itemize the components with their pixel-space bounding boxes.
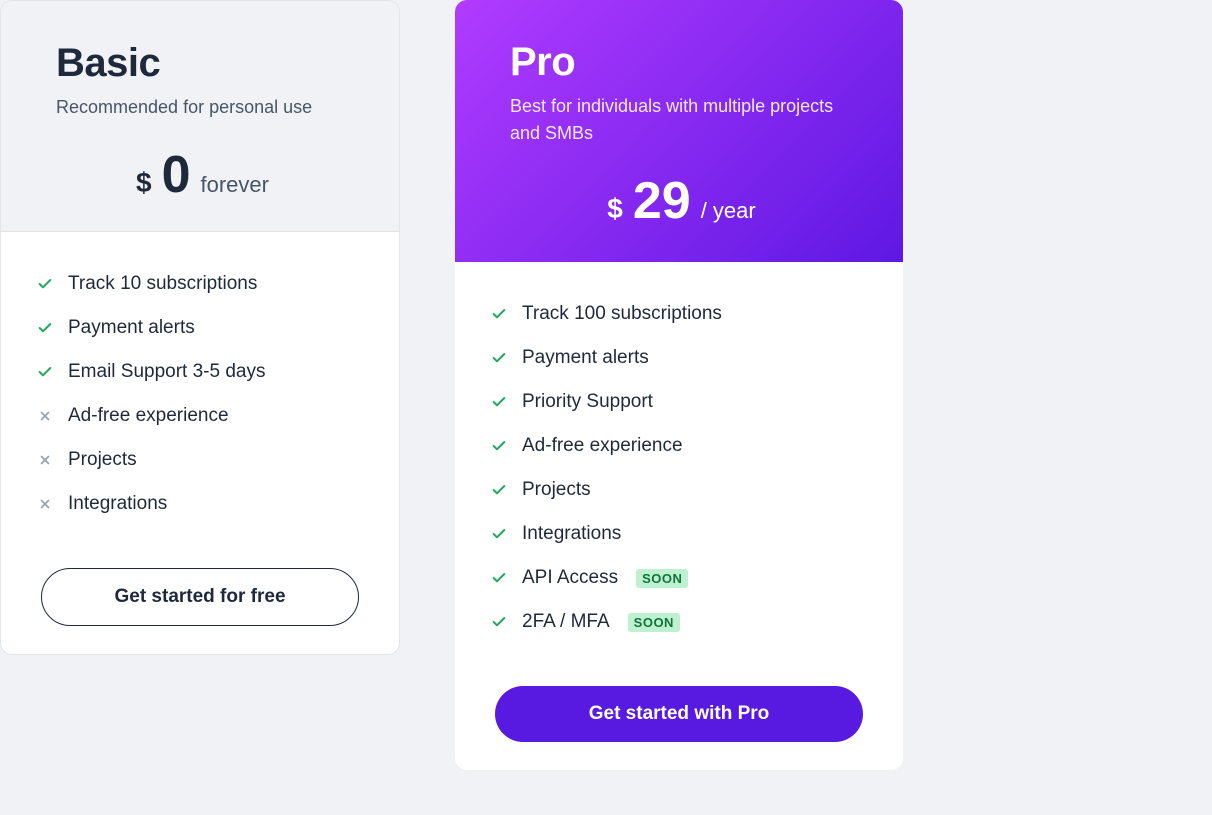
check-icon [490,437,508,455]
soon-badge: SOON [628,613,680,632]
feature-label: Projects [68,449,137,471]
feature-label: Projects [522,479,591,501]
feature-label: Payment alerts [522,347,649,369]
feature-label: Ad-free experience [68,405,229,427]
pro-plan-name: Pro [510,40,853,85]
pro-subtitle: Best for individuals with multiple proje… [510,93,853,147]
soon-badge: SOON [636,569,688,588]
basic-price: $ 0 forever [56,149,349,201]
feature-item: Ad-free experience [36,394,364,438]
check-icon [490,305,508,323]
feature-item: Payment alerts [490,336,868,380]
basic-amount: 0 [162,149,191,201]
feature-item: API Access SOON [490,556,868,600]
feature-item: Projects [36,438,364,482]
feature-item: Email Support 3-5 days [36,350,364,394]
pricing-card-basic: Basic Recommended for personal use $ 0 f… [0,0,400,655]
feature-item: Integrations [490,512,868,556]
feature-item: Priority Support [490,380,868,424]
basic-cta-button[interactable]: Get started for free [41,568,359,626]
feature-label: 2FA / MFA [522,611,610,633]
pro-feature-list: Track 100 subscriptions Payment alerts Pri… [455,262,903,674]
cross-icon [36,407,54,425]
basic-plan-name: Basic [56,41,349,86]
check-icon [36,363,54,381]
check-icon [36,319,54,337]
cross-icon [36,451,54,469]
pro-cta-button[interactable]: Get started with Pro [495,686,863,742]
feature-item: Track 100 subscriptions [490,292,868,336]
feature-label: Track 10 subscriptions [68,273,257,295]
feature-item: 2FA / MFA SOON [490,600,868,644]
feature-label: Ad-free experience [522,435,683,457]
basic-period: forever [201,172,269,198]
feature-label: Email Support 3-5 days [68,361,266,383]
basic-header: Basic Recommended for personal use $ 0 f… [1,1,399,232]
basic-subtitle: Recommended for personal use [56,94,349,121]
pro-price: $ 29 / year [510,175,853,227]
feature-label: Track 100 subscriptions [522,303,722,325]
feature-item: Payment alerts [36,306,364,350]
pro-period: / year [701,198,756,224]
basic-feature-list: Track 10 subscriptions Payment alerts Emai… [1,232,399,556]
check-icon [490,349,508,367]
feature-label: Payment alerts [68,317,195,339]
feature-item: Track 10 subscriptions [36,262,364,306]
pricing-card-pro: Pro Best for individuals with multiple p… [455,0,903,770]
check-icon [490,525,508,543]
feature-label: Integrations [522,523,621,545]
feature-item: Projects [490,468,868,512]
pro-amount: 29 [633,175,691,227]
pro-header: Pro Best for individuals with multiple p… [455,0,903,262]
basic-currency: $ [136,167,152,199]
feature-label: Integrations [68,493,167,515]
check-icon [490,569,508,587]
cross-icon [36,495,54,513]
feature-label: Priority Support [522,391,653,413]
feature-label: API Access [522,567,618,589]
pro-currency: $ [607,193,623,225]
feature-item: Ad-free experience [490,424,868,468]
check-icon [490,393,508,411]
check-icon [490,481,508,499]
check-icon [36,275,54,293]
check-icon [490,613,508,631]
feature-item: Integrations [36,482,364,526]
